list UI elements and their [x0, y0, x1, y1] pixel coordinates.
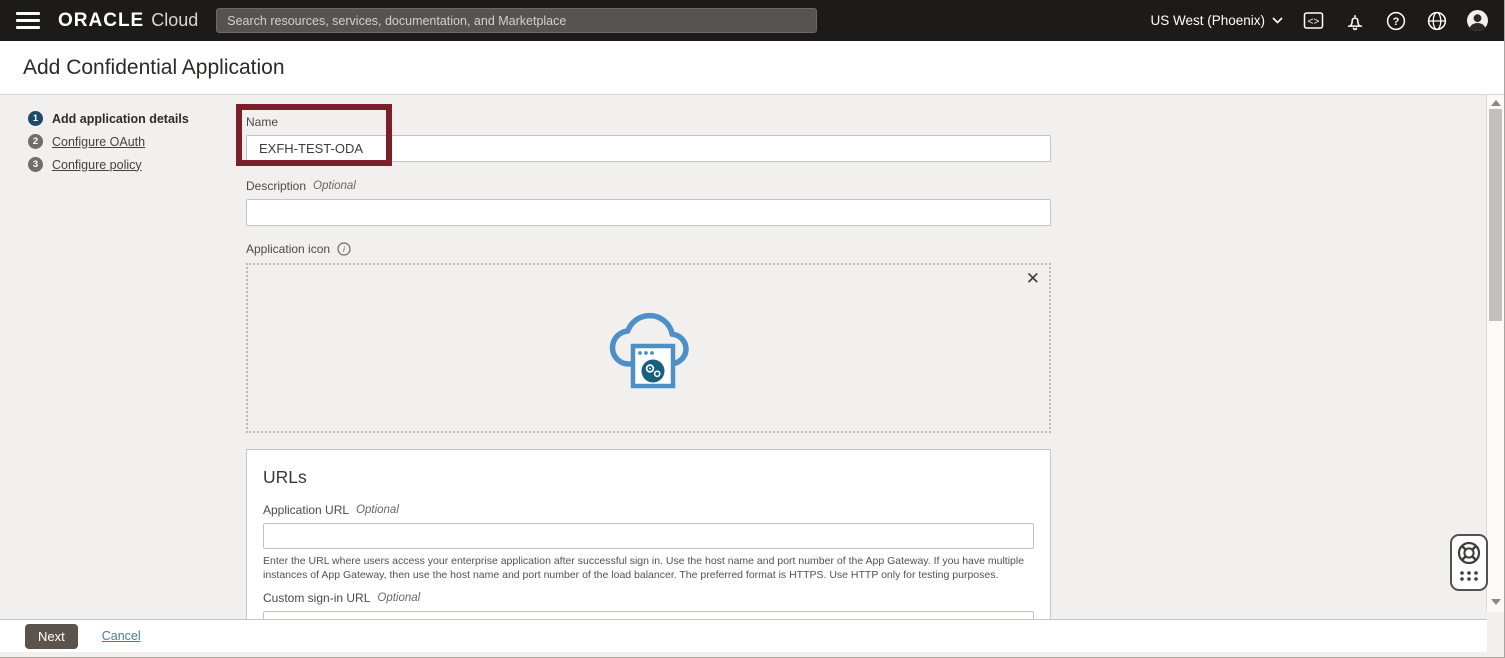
urls-section: URLs Application URL Optional Enter the …	[246, 449, 1051, 635]
search-input[interactable]	[216, 8, 817, 33]
brand-cloud: Cloud	[151, 10, 198, 31]
oracle-cloud-console: ORACLE Cloud US West (Phoenix) <>	[0, 0, 1505, 658]
vertical-scrollbar[interactable]	[1486, 95, 1504, 612]
wizard-steps: 1 Add application details 2 Configure OA…	[28, 111, 189, 180]
wizard-footer: Next Cancel	[0, 619, 1487, 652]
application-url-label: Application URL	[263, 503, 349, 517]
wizard-step-add-application-details: 1 Add application details	[28, 111, 189, 126]
region-label: US West (Phoenix)	[1150, 13, 1265, 28]
notifications-bell-icon[interactable]	[1344, 10, 1365, 31]
name-label: Name	[246, 115, 278, 129]
svg-text:?: ?	[1392, 16, 1399, 28]
language-globe-icon[interactable]	[1426, 10, 1447, 31]
name-field-label-row: Name	[246, 115, 1051, 129]
global-search	[216, 8, 817, 33]
region-selector[interactable]: US West (Phoenix)	[1150, 13, 1283, 28]
step-link[interactable]: Configure policy	[52, 158, 142, 172]
lifebuoy-icon	[1454, 540, 1484, 585]
svg-text:<>: <>	[1308, 17, 1320, 28]
next-button[interactable]: Next	[25, 624, 78, 649]
application-icon-label: Application icon	[246, 242, 330, 256]
custom-signin-url-label: Custom sign-in URL	[263, 591, 370, 605]
wizard-step-configure-policy: 3 Configure policy	[28, 157, 189, 172]
application-url-help-text: Enter the URL where users access your en…	[263, 554, 1034, 582]
chevron-down-icon	[1272, 17, 1283, 24]
urls-heading: URLs	[263, 467, 1034, 488]
close-icon[interactable]: ✕	[1026, 270, 1040, 287]
description-field[interactable]	[246, 199, 1051, 226]
description-optional-tag: Optional	[313, 180, 356, 192]
help-icon[interactable]: ?	[1385, 10, 1406, 31]
info-icon[interactable]: i	[337, 242, 351, 256]
name-field[interactable]	[246, 135, 1051, 162]
cancel-link[interactable]: Cancel	[102, 629, 141, 643]
description-field-label-row: Description Optional	[246, 179, 1051, 193]
main-content: 1 Add application details 2 Configure OA…	[0, 95, 1487, 619]
scrollbar-up-arrow[interactable]	[1491, 100, 1501, 106]
cloud-shell-icon[interactable]: <>	[1303, 10, 1324, 31]
step-number-badge: 3	[28, 157, 43, 172]
user-avatar[interactable]	[1467, 10, 1488, 31]
wizard-step-configure-oauth: 2 Configure OAuth	[28, 134, 189, 149]
application-icon-upload-area[interactable]: ✕	[246, 263, 1051, 433]
cloud-application-icon	[601, 307, 697, 389]
page-title: Add Confidential Application	[23, 56, 285, 80]
application-url-label-row: Application URL Optional	[263, 503, 1034, 517]
custom-signin-url-label-row: Custom sign-in URL Optional	[263, 591, 1034, 605]
hamburger-menu-icon[interactable]	[16, 12, 40, 29]
application-url-field[interactable]	[263, 523, 1034, 549]
oracle-cloud-logo[interactable]: ORACLE Cloud	[58, 10, 198, 32]
svg-text:i: i	[343, 244, 346, 254]
step-number-badge: 1	[28, 111, 43, 126]
top-navigation-bar: ORACLE Cloud US West (Phoenix) <>	[0, 0, 1504, 41]
topbar-right-group: US West (Phoenix) <>	[1150, 10, 1488, 31]
application-details-form: Name Description Optional Application ic…	[246, 95, 1051, 635]
step-label: Add application details	[52, 112, 189, 126]
brand-oracle: ORACLE	[58, 10, 144, 32]
page-header: Add Confidential Application	[0, 41, 1504, 95]
step-link[interactable]: Configure OAuth	[52, 135, 145, 149]
scrollbar-down-arrow[interactable]	[1491, 599, 1501, 605]
step-number-badge: 2	[28, 134, 43, 149]
floating-help-widget[interactable]	[1450, 534, 1488, 591]
custom-signin-url-optional-tag: Optional	[377, 592, 420, 604]
scrollbar-thumb[interactable]	[1489, 109, 1502, 321]
description-label: Description	[246, 179, 306, 193]
application-url-optional-tag: Optional	[356, 504, 399, 516]
application-icon-label-row: Application icon i	[246, 242, 1051, 256]
